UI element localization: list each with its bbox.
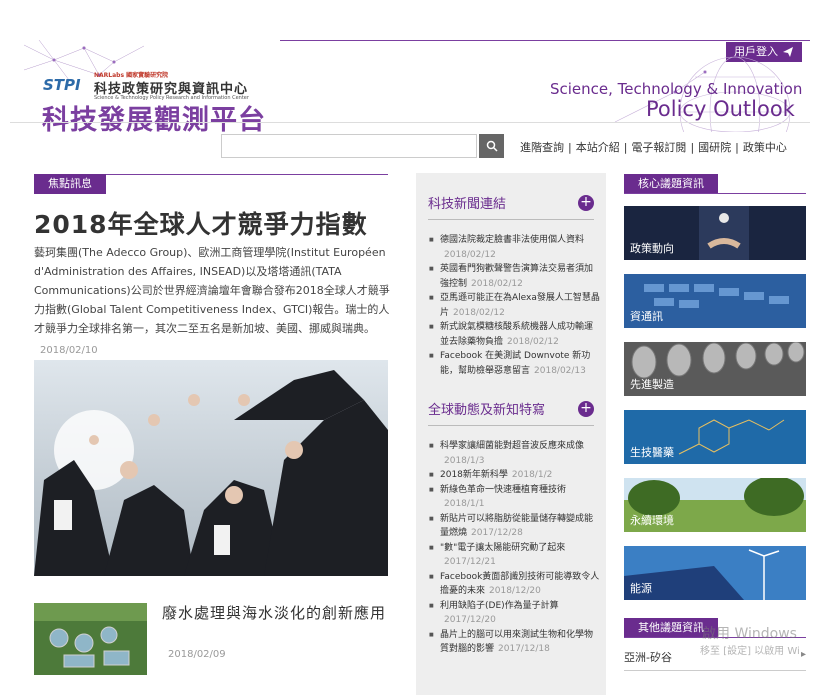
tile-label: 生技醫藥: [630, 446, 674, 459]
tile-label: 永續環境: [630, 514, 674, 527]
list-item[interactable]: Facebook黃面部識別技術可能導致令人擔憂的未來2018/12/20: [428, 570, 600, 599]
tile-policy[interactable]: 政策動向: [624, 206, 806, 260]
windows-activation-watermark: 啟用 Windows: [702, 626, 797, 642]
other-item-label: 亞洲-矽谷: [624, 651, 672, 664]
slogan-line2: Policy Outlook: [646, 97, 795, 121]
site-title[interactable]: 科技發展觀測平台: [42, 98, 266, 137]
header-divider: [10, 122, 810, 123]
focus-title[interactable]: 2018年全球人才競爭力指數: [34, 205, 368, 241]
tile-label: 能源: [630, 582, 652, 595]
tech-news-list: 德國法院裁定臉書非法使用個人資料2018/02/12 英國看門狗歡聲警告演算法交…: [428, 233, 600, 378]
core-divider: [624, 193, 806, 194]
tile-environment[interactable]: 永續環境: [624, 478, 806, 532]
list-item[interactable]: 德國法院裁定臉書非法使用個人資料2018/02/12: [428, 233, 600, 262]
water-treatment-photo[interactable]: [34, 603, 147, 675]
focus-summary: 藝珂集團(The Adecco Group)、歐洲工商管理學院(Institut…: [34, 246, 390, 335]
link-narlabs[interactable]: 國研院: [698, 141, 731, 154]
tile-manufacturing[interactable]: 先進製造: [624, 342, 806, 396]
core-tag: 核心議題資訊: [624, 174, 718, 194]
link-newsletter[interactable]: 電子報訂閱: [631, 141, 686, 154]
list-item[interactable]: 科學家讓細菌能對超音波反應來成像2018/1/3: [428, 439, 600, 468]
tech-news-more-icon[interactable]: +: [578, 195, 594, 211]
other-item-divider: [624, 670, 806, 671]
windows-activation-hint: 移至 [設定] 以啟用 Wi: [700, 646, 800, 657]
page: 用戶登入 STPI NARLabs 國家實驗研究院 科技政策研究與資訊中心 Sc…: [10, 40, 810, 695]
top-links: 進階查詢 | 本站介紹 | 電子報訂閱 | 國研院 | 政策中心: [520, 141, 787, 154]
link-about[interactable]: 本站介紹: [576, 141, 620, 154]
tile-label: 資通訊: [630, 310, 663, 323]
search-input[interactable]: [221, 134, 477, 158]
list-item[interactable]: 新貼片可以將脂肪從能量儲存轉變成能量燃燒2017/12/28: [428, 512, 600, 541]
tile-label: 先進製造: [630, 378, 674, 391]
tile-biotech[interactable]: 生技醫藥: [624, 410, 806, 464]
list-item[interactable]: 利用缺陷子(DE)作為量子計算2017/12/20: [428, 599, 600, 628]
stpi-logo[interactable]: STPI: [43, 76, 81, 94]
list-item[interactable]: 晶片上的腦可以用來測試生物和化學物質對腦的影響2017/12/18: [428, 628, 600, 657]
tech-news-heading[interactable]: 科技新聞連結: [428, 193, 506, 212]
news-panel: 科技新聞連結 + 德國法院裁定臉書非法使用個人資料2018/02/12 英國看門…: [416, 173, 606, 695]
tile-ict[interactable]: 資通訊: [624, 274, 806, 328]
global-news-divider: [428, 425, 594, 426]
second-news-title[interactable]: 廢水處理與海水淡化的創新應用: [162, 603, 392, 624]
link-advanced-search[interactable]: 進階查詢: [520, 141, 564, 154]
tile-energy[interactable]: 能源: [624, 546, 806, 600]
list-item[interactable]: 新綠色革命一快速種植育種技術2018/1/1: [428, 483, 600, 512]
focus-photo[interactable]: [34, 360, 388, 576]
search-icon: [486, 140, 498, 152]
second-news-date: 2018/02/09: [168, 649, 226, 660]
global-news-list: 科學家讓細菌能對超音波反應來成像2018/1/3 2018新年新科學2018/1…: [428, 439, 600, 657]
list-item[interactable]: 2018新年新科學2018/1/2: [428, 468, 600, 483]
list-item[interactable]: Facebook 在美測試 Downvote 新功能，幫助檢舉惡意留言2018/…: [428, 349, 600, 378]
slogan-line1: Science, Technology & Innovation: [550, 80, 803, 98]
list-item[interactable]: 新式說氣模糖核酸系統機器人成功輸運並去除藥物負擔2018/02/12: [428, 320, 600, 349]
list-item[interactable]: "數"電子讓太陽能研究動了起來2017/12/21: [428, 541, 600, 570]
link-policy-center[interactable]: 政策中心: [743, 141, 787, 154]
tech-news-divider: [428, 219, 594, 220]
focus-date: 2018/02/10: [40, 345, 98, 356]
header-top-line: [280, 40, 810, 41]
search-button[interactable]: [479, 134, 504, 158]
chevron-right-icon: ▸: [800, 649, 806, 660]
global-news-more-icon[interactable]: +: [578, 401, 594, 417]
tile-label: 政策動向: [630, 242, 674, 255]
list-item[interactable]: 亞馬遜可能正在為Alexa發展人工智慧晶片2018/02/12: [428, 291, 600, 320]
focus-tag: 焦點訊息: [34, 174, 106, 194]
global-news-heading[interactable]: 全球動態及新知特寫: [428, 399, 545, 418]
list-item[interactable]: 英國看門狗歡聲警告演算法交易者須加強控制2018/02/12: [428, 262, 600, 291]
